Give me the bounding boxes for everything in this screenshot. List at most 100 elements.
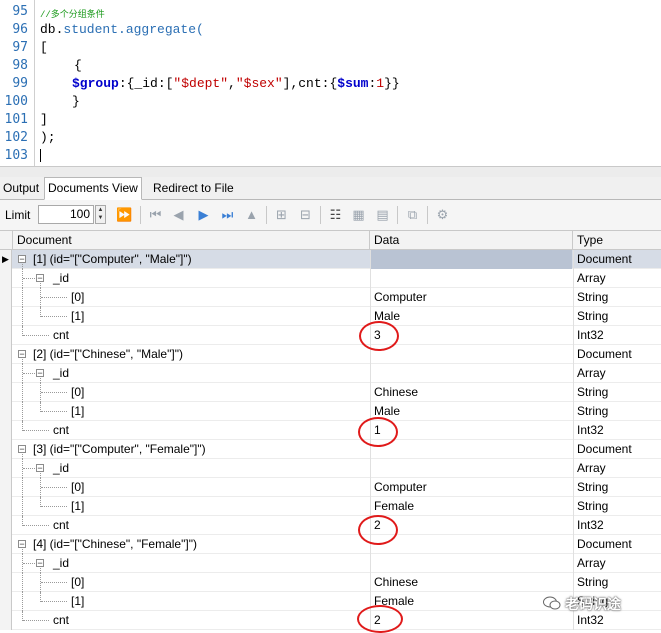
cell-type: Array <box>573 364 661 383</box>
collapse-toggle-icon[interactable]: − <box>18 255 26 264</box>
cell-data: Chinese <box>370 383 572 402</box>
table-row[interactable]: − _id Array <box>0 459 661 478</box>
table-row[interactable]: [1] Female String <box>0 592 661 611</box>
cell-data: Male <box>370 402 572 421</box>
tab-documents-view[interactable]: Documents View <box>44 177 142 200</box>
cell-type: Array <box>573 554 661 573</box>
tree-connector <box>41 506 67 507</box>
watermark-text: 老码识途 <box>565 596 621 612</box>
cell-document: cnt <box>13 326 369 345</box>
collapse-toggle-icon[interactable]: − <box>36 369 44 378</box>
cell-data <box>370 554 572 573</box>
wechat-icon <box>543 596 561 610</box>
limit-input[interactable]: 100 <box>38 205 94 224</box>
tab-output[interactable]: Output <box>0 178 42 198</box>
document-row[interactable]: − [4] (id="["Chinese", "Female"]") Documen… <box>0 535 661 554</box>
move-up-icon[interactable]: ▲ <box>243 206 260 223</box>
document-row[interactable]: − [2] (id="["Chinese", "Male"]") Document <box>0 345 661 364</box>
cell-type: String <box>573 497 661 516</box>
table-row[interactable]: cnt 2 Int32 <box>0 611 661 630</box>
collapse-toggle-icon[interactable]: − <box>36 274 44 283</box>
code-token-group-operator: $group <box>72 76 119 91</box>
line-number: 102 <box>4 130 28 145</box>
table-row[interactable]: [0] Computer String <box>0 478 661 497</box>
column-header-document[interactable]: Document <box>13 231 370 250</box>
column-header-data[interactable]: Data <box>370 231 573 250</box>
next-page-icon[interactable]: ▶ <box>195 206 212 223</box>
collapse-all-icon[interactable]: ⊟ <box>297 206 314 223</box>
table-row[interactable]: [0] Chinese String <box>0 573 661 592</box>
collapse-toggle-icon[interactable]: − <box>18 445 26 454</box>
tab-redirect-to-file[interactable]: Redirect to File <box>150 178 237 198</box>
code-editor[interactable]: 95 96 97 98 99 100 101 102 103 //多个分组条件 … <box>0 0 661 166</box>
toolbar-divider <box>320 206 321 224</box>
cell-type: String <box>573 573 661 592</box>
documents-grid[interactable]: Document Data Type ▶ − [1] (id="["Computer… <box>0 231 661 633</box>
cell-document-label: [0] <box>71 290 85 304</box>
cell-data: 2 <box>370 516 572 535</box>
tree-connector <box>22 383 23 402</box>
table-row[interactable]: [1] Female String <box>0 497 661 516</box>
first-page-icon[interactable]: ⏮ <box>147 206 164 223</box>
code-token: :{_id:[ <box>118 76 174 91</box>
tree-view-icon[interactable]: ☷ <box>327 206 344 223</box>
collapse-toggle-icon[interactable]: − <box>36 559 44 568</box>
code-token-string: "$dept" <box>173 76 229 91</box>
column-header-type[interactable]: Type <box>573 231 661 250</box>
row-indicator <box>0 573 12 592</box>
row-indicator <box>0 535 12 554</box>
grid-view-icon[interactable]: ▦ <box>350 206 367 223</box>
code-line-cursor <box>40 148 41 163</box>
text-view-icon[interactable]: ▤ <box>374 206 391 223</box>
collapse-toggle-icon[interactable]: − <box>36 464 44 473</box>
code-token: }} <box>384 76 400 91</box>
export-icon[interactable]: ⧉ <box>404 206 421 223</box>
document-row[interactable]: ▶ − [1] (id="["Computer", "Male"]") Documen… <box>0 250 661 269</box>
table-row[interactable]: [1] Male String <box>0 402 661 421</box>
cell-document-label: [0] <box>71 385 85 399</box>
table-row[interactable]: [0] Chinese String <box>0 383 661 402</box>
cell-document: − [2] (id="["Chinese", "Male"]") <box>13 345 369 364</box>
code-token: [ <box>40 40 48 55</box>
row-indicator <box>0 345 12 364</box>
cell-type: String <box>573 478 661 497</box>
cell-document-label: _id <box>53 461 70 475</box>
previous-page-icon[interactable]: ◀ <box>170 206 187 223</box>
code-line-open-bracket: [ <box>40 40 48 55</box>
row-indicator <box>0 383 12 402</box>
code-token: db. <box>40 22 64 37</box>
row-indicator <box>0 554 12 573</box>
cell-document-label: [1] <box>71 499 85 513</box>
tree-connector <box>41 316 67 317</box>
fast-forward-icon[interactable]: ⏩ <box>116 206 133 223</box>
expand-all-icon[interactable]: ⊞ <box>273 206 290 223</box>
code-line-close-paren: ); <box>40 130 56 145</box>
cell-data <box>370 459 572 478</box>
last-page-icon[interactable]: ⏭ <box>219 206 236 223</box>
settings-gear-icon[interactable]: ⚙ <box>434 206 451 223</box>
table-row[interactable]: − _id Array <box>0 269 661 288</box>
code-line-close-brace: } <box>72 94 80 109</box>
cell-document: [1] <box>13 592 369 611</box>
line-number: 96 <box>12 22 28 37</box>
cell-document-label: cnt <box>53 328 70 342</box>
limit-stepper[interactable]: ▲ ▼ <box>95 205 106 224</box>
cell-document: [0] <box>13 573 369 592</box>
table-row[interactable]: [1] Male String <box>0 307 661 326</box>
tree-connector <box>22 497 23 516</box>
table-row[interactable]: cnt 2 Int32 <box>0 516 661 535</box>
table-row[interactable]: cnt 3 Int32 <box>0 326 661 345</box>
cell-data: Female <box>370 592 572 611</box>
collapse-toggle-icon[interactable]: − <box>18 540 26 549</box>
table-row[interactable]: cnt 1 Int32 <box>0 421 661 440</box>
table-row[interactable]: [0] Computer String <box>0 288 661 307</box>
table-row[interactable]: − _id Array <box>0 364 661 383</box>
cell-document-label: [1] <box>71 309 85 323</box>
tree-connector <box>22 478 23 497</box>
cell-data: Computer <box>370 478 572 497</box>
collapse-toggle-icon[interactable]: − <box>18 350 26 359</box>
grid-corner <box>0 231 13 250</box>
document-row[interactable]: − [3] (id="["Computer", "Female"]") Docume… <box>0 440 661 459</box>
table-row[interactable]: − _id Array <box>0 554 661 573</box>
row-indicator <box>0 478 12 497</box>
